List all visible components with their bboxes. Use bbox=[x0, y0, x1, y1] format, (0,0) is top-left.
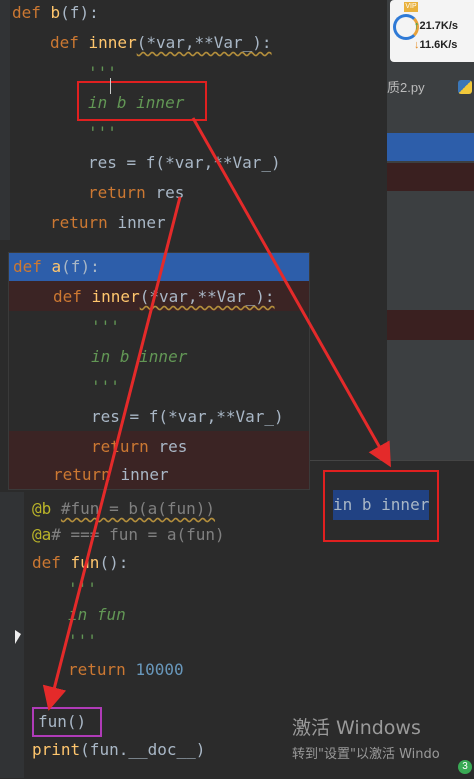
watermark-title: 激活 Windows bbox=[292, 717, 421, 739]
tray-badge: 3 bbox=[458, 760, 472, 774]
arrow-return-to-call bbox=[42, 196, 182, 711]
activation-watermark: 激活 Windows 转到"设置"以激活 Windo bbox=[292, 713, 440, 762]
watermark-subtitle: 转到"设置"以激活 Windo bbox=[292, 747, 440, 762]
arrow-doc-to-output bbox=[191, 117, 391, 468]
annotation-arrows bbox=[42, 117, 391, 711]
